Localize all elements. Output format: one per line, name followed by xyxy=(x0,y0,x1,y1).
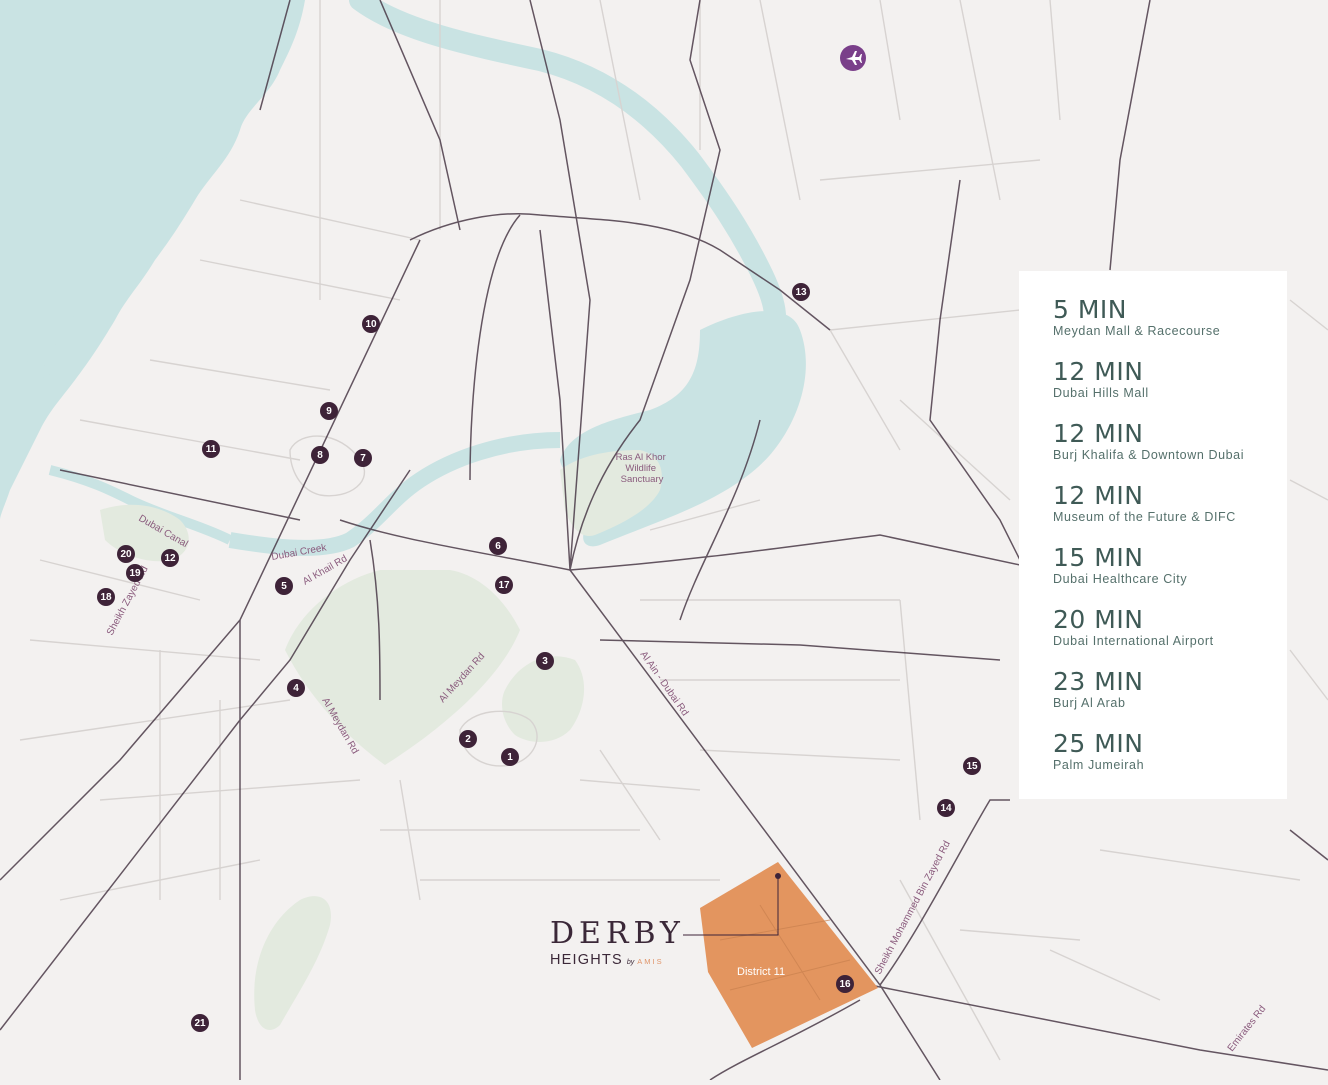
location-marker-5[interactable]: 5 xyxy=(275,577,293,595)
location-marker-17[interactable]: 17 xyxy=(495,576,513,594)
travel-time-item: 5 MIN Meydan Mall & Racecourse xyxy=(1053,297,1220,339)
location-marker-16[interactable]: 16 xyxy=(836,975,854,993)
travel-time-value: 20 MIN xyxy=(1053,605,1144,634)
marker-number: 2 xyxy=(465,734,471,745)
travel-time-value: 12 MIN xyxy=(1053,357,1144,386)
logo-heights: HEIGHTS xyxy=(550,952,623,968)
marker-number: 5 xyxy=(281,581,287,592)
marker-number: 4 xyxy=(293,683,299,694)
park-sw xyxy=(254,896,331,1030)
travel-time-item: 12 MIN Dubai Hills Mall xyxy=(1053,359,1149,401)
marker-number: 20 xyxy=(120,549,132,560)
logo-title: DERBY xyxy=(550,916,685,951)
travel-time-destination: Dubai Healthcare City xyxy=(1053,572,1188,586)
travel-time-destination: Burj Al Arab xyxy=(1053,696,1126,710)
marker-number: 7 xyxy=(360,453,366,464)
marker-number: 1 xyxy=(507,752,513,763)
travel-time-item: 12 MIN Museum of the Future & DIFC xyxy=(1053,483,1236,525)
travel-time-destination: Dubai Hills Mall xyxy=(1053,386,1149,400)
marker-number: 14 xyxy=(940,803,952,814)
marker-number: 16 xyxy=(839,979,851,990)
marker-number: 17 xyxy=(498,580,510,591)
travel-times-panel: 5 MIN Meydan Mall & Racecourse 12 MIN Du… xyxy=(1019,271,1287,799)
marker-number: 3 xyxy=(542,656,548,667)
marker-number: 6 xyxy=(495,541,501,552)
marker-number: 18 xyxy=(100,592,112,603)
travel-time-item: 15 MIN Dubai Healthcare City xyxy=(1053,545,1187,587)
marker-number: 15 xyxy=(966,761,978,772)
logo-pointer-dot xyxy=(775,873,781,879)
travel-time-destination: Dubai International Airport xyxy=(1053,634,1214,648)
location-marker-1[interactable]: 1 xyxy=(501,748,519,766)
location-marker-20[interactable]: 20 xyxy=(117,545,135,563)
dubai-creek xyxy=(349,0,787,356)
logo-by: by xyxy=(626,959,635,966)
road-label-smbz: Sheikh Mohammed Bin Zayed Rd xyxy=(873,839,953,976)
location-marker-18[interactable]: 18 xyxy=(97,588,115,606)
marker-number: 8 xyxy=(317,450,323,461)
travel-time-value: 15 MIN xyxy=(1053,543,1144,572)
location-marker-8[interactable]: 8 xyxy=(311,446,329,464)
location-marker-6[interactable]: 6 xyxy=(489,537,507,555)
travel-time-item: 25 MIN Palm Jumeirah xyxy=(1053,731,1144,773)
marker-number: 9 xyxy=(326,406,332,417)
location-marker-19[interactable]: 19 xyxy=(126,564,144,582)
location-marker-9[interactable]: 9 xyxy=(320,402,338,420)
travel-time-value: 5 MIN xyxy=(1053,295,1127,324)
travel-time-destination: Burj Khalifa & Downtown Dubai xyxy=(1053,448,1245,462)
road-label-al-khail: Al Khail Rd xyxy=(301,553,349,587)
location-marker-10[interactable]: 10 xyxy=(362,315,380,333)
location-marker-14[interactable]: 14 xyxy=(937,799,955,817)
travel-time-destination: Meydan Mall & Racecourse xyxy=(1053,324,1221,338)
location-marker-4[interactable]: 4 xyxy=(287,679,305,697)
derby-heights-logo: DERBY HEIGHTS by AMIS xyxy=(550,918,685,971)
travel-time-value: 12 MIN xyxy=(1053,481,1144,510)
location-marker-7[interactable]: 7 xyxy=(354,449,372,467)
location-marker-15[interactable]: 15 xyxy=(963,757,981,775)
marker-number: 10 xyxy=(365,319,377,330)
location-marker-2[interactable]: 2 xyxy=(459,730,477,748)
location-marker-12[interactable]: 12 xyxy=(161,549,179,567)
travel-time-destination: Palm Jumeirah xyxy=(1053,758,1145,772)
location-marker-11[interactable]: 11 xyxy=(202,440,220,458)
marker-number: 12 xyxy=(164,553,176,564)
road-label-emirates: Emirates Rd xyxy=(1226,1004,1269,1054)
district-11-label: District 11 xyxy=(737,966,785,978)
sea xyxy=(0,0,305,520)
district-11-plot[interactable] xyxy=(700,862,878,1048)
travel-time-value: 25 MIN xyxy=(1053,729,1144,758)
logo-subtitle: HEIGHTS by AMIS xyxy=(550,952,685,971)
meydan-park xyxy=(285,570,520,765)
marker-number: 11 xyxy=(206,444,217,455)
marker-number: 19 xyxy=(129,568,141,579)
travel-time-item: 23 MIN Burj Al Arab xyxy=(1053,669,1143,711)
travel-time-destination: Museum of the Future & DIFC xyxy=(1053,510,1236,524)
travel-time-value: 12 MIN xyxy=(1053,419,1144,448)
road-label-al-ain: Al Ain - Dubai Rd xyxy=(638,649,691,718)
airplane-icon[interactable] xyxy=(840,45,866,71)
travel-time-item: 20 MIN Dubai International Airport xyxy=(1053,607,1214,649)
travel-time-item: 12 MIN Burj Khalifa & Downtown Dubai xyxy=(1053,421,1244,463)
marker-number: 13 xyxy=(795,287,807,298)
logo-brand: AMIS xyxy=(637,957,664,966)
location-marker-13[interactable]: 13 xyxy=(792,283,810,301)
location-marker-21[interactable]: 21 xyxy=(191,1014,209,1032)
marker-number: 21 xyxy=(194,1018,206,1029)
location-marker-3[interactable]: 3 xyxy=(536,652,554,670)
travel-time-value: 23 MIN xyxy=(1053,667,1144,696)
